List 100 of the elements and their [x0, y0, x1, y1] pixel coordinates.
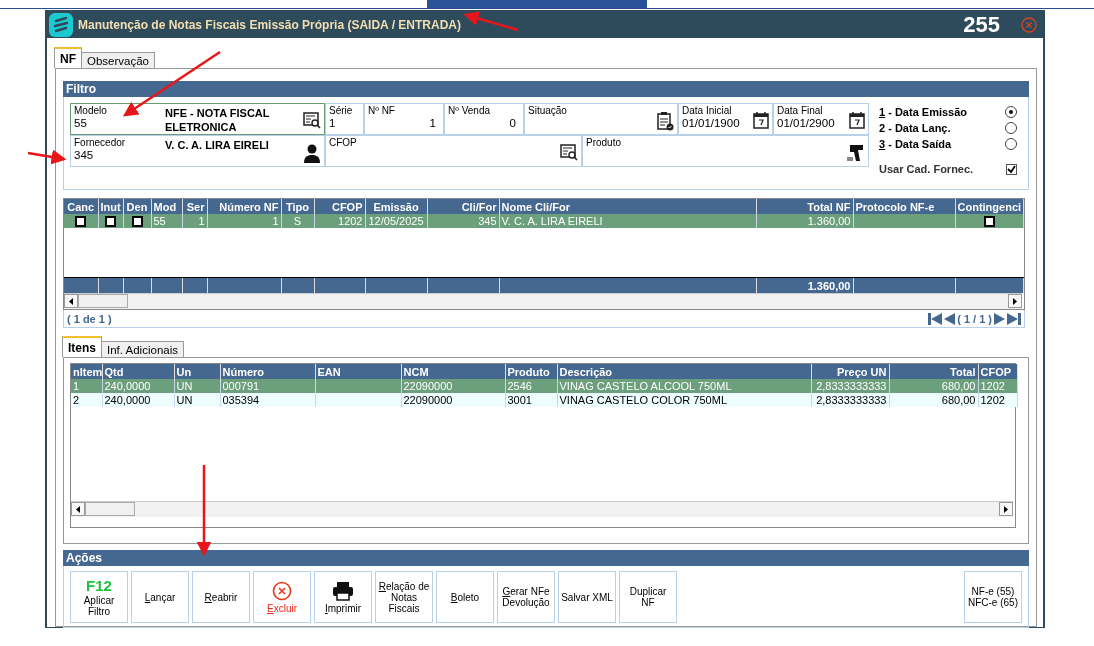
table-cell: 2 [73, 394, 80, 406]
filter-field[interactable]: Situação [524, 103, 678, 135]
table-cell: 1 [73, 380, 80, 392]
column-header: Un [176, 365, 192, 378]
field-value: 1 [429, 117, 437, 129]
first-page-icon[interactable] [928, 312, 943, 325]
right-arrow-icon [1004, 505, 1008, 513]
table-cell: 680,00 [941, 380, 976, 392]
lookup-icon[interactable] [303, 111, 321, 129]
field-label: Produto [586, 137, 622, 148]
field-value: 01/01/2900 [777, 117, 835, 129]
clipboard-icon[interactable] [656, 111, 674, 131]
field-label: Fornecedor [74, 137, 126, 148]
hotkey-icon: F12 [86, 577, 112, 593]
window-number: 255 [963, 11, 1000, 38]
action-button[interactable]: Imprimir [314, 571, 372, 623]
field-label: Modelo [74, 105, 107, 116]
row-checkbox[interactable] [75, 216, 87, 228]
table-cell: 680,00 [941, 394, 976, 406]
column-header: nItem [73, 365, 101, 378]
table-cell: 240,0000 [104, 394, 151, 406]
last-page-icon[interactable] [1007, 312, 1021, 325]
table-cell: 22090000 [403, 380, 453, 392]
action-button[interactable]: Duplicar NF [619, 571, 677, 623]
field-value: 0 [509, 117, 517, 129]
person-icon[interactable] [303, 143, 321, 163]
action-button[interactable]: Boleto [436, 571, 494, 623]
tab[interactable]: NF [54, 47, 82, 68]
table-cell: 1202 [980, 394, 1005, 406]
action-button[interactable]: Salvar XML [558, 571, 616, 623]
column-header: Número NF [219, 200, 279, 213]
table-cell: 345 [478, 215, 497, 227]
field-value: 01/01/1900 [682, 117, 740, 129]
radio-button[interactable] [1005, 138, 1017, 150]
field-value: 1 [329, 117, 336, 129]
action-button[interactable]: Reabrir [192, 571, 250, 623]
action-button[interactable]: NF-e (55) NFC-e (65) [964, 571, 1022, 623]
checkbox[interactable] [1006, 163, 1017, 175]
table-cell: S [293, 215, 302, 227]
column-header: Descrição [559, 365, 613, 378]
column-header: Mod [153, 200, 177, 213]
row-checkbox[interactable] [983, 216, 995, 228]
table-cell: 035394 [222, 394, 260, 406]
action-button[interactable]: Relação de Notas Fiscais [375, 571, 433, 623]
table-cell: 1202 [338, 215, 363, 227]
action-button[interactable]: Excluir [253, 571, 311, 623]
action-button[interactable]: Lançar [131, 571, 189, 623]
field-label: Situação [528, 105, 567, 116]
field-value: 345 [74, 149, 94, 161]
column-header: Ser [186, 200, 205, 213]
filter-field[interactable]: Série 1 [325, 103, 364, 135]
field-description: V. C. A. LIRA EIRELI [165, 138, 270, 152]
calendar-icon[interactable] [849, 111, 865, 129]
column-header: NCM [403, 365, 429, 378]
filter-field[interactable]: Nº NF 1 [364, 103, 444, 135]
page-indicator: ( 1 / 1 ) [957, 312, 992, 325]
calendar-icon[interactable] [753, 111, 769, 129]
radio-button[interactable] [1005, 106, 1017, 118]
scrollbar-thumb[interactable] [85, 502, 135, 516]
radio-label: 2 - Data Lanç. [879, 122, 951, 134]
table-cell: 1 [272, 215, 279, 227]
tab[interactable]: Inf. Adicionais [101, 341, 184, 357]
filter-field[interactable]: CFOP [325, 135, 582, 167]
previous-page-icon[interactable] [944, 312, 956, 325]
scroll-right-button[interactable] [999, 502, 1013, 516]
radio-label: 3 - Data Saída [879, 138, 952, 150]
filter-field[interactable]: Fornecedor 345 V. C. A. LIRA EIRELI [70, 135, 325, 167]
lookup-icon[interactable] [560, 143, 578, 161]
action-button[interactable]: Gerar NFe Devolução [497, 571, 555, 623]
filter-field[interactable]: Modelo 55 NFE - NOTA FISCAL ELETRONICA [70, 103, 325, 135]
next-page-icon[interactable] [994, 312, 1005, 325]
scroll-left-button[interactable] [71, 502, 85, 516]
tab[interactable]: Observação [81, 52, 155, 68]
filter-field[interactable]: Nº Venda 0 [444, 103, 524, 135]
column-header: Total [950, 365, 976, 378]
radio-label: 1 - Data Emissão [879, 106, 968, 118]
scrollbar-thumb[interactable] [78, 294, 128, 308]
scroll-left-button[interactable] [64, 294, 78, 308]
action-button[interactable]: F12 Aplicar Filtro [70, 571, 128, 623]
total-cell: 1.360,00 [807, 279, 851, 292]
row-checkbox[interactable] [131, 216, 143, 228]
field-description: NFE - NOTA FISCAL ELETRONICA [165, 106, 271, 134]
annotation-arrow [463, 11, 519, 32]
filter-field[interactable]: Data Inicial 01/01/1900 [678, 103, 773, 135]
scroll-right-button[interactable] [1008, 294, 1022, 308]
table-cell: 2,8333333333 [816, 394, 887, 406]
barcode-scanner-icon[interactable] [847, 143, 865, 163]
tab[interactable]: Itens [62, 336, 102, 357]
field-label: Série [329, 105, 353, 116]
window-title: Manutenção de Notas Fiscais Emissão Própria (SAIDA / ENTRADA) [78, 17, 461, 32]
checkbox-label: Usar Cad. Fornec. [879, 163, 974, 175]
record-count: ( 1 de 1 ) [67, 312, 112, 325]
row-checkbox[interactable] [105, 216, 116, 228]
filter-field[interactable]: Data Final 01/01/2900 [773, 103, 869, 135]
table-cell: 1202 [980, 380, 1005, 392]
column-header: CFOP [331, 200, 363, 213]
table-cell: 3001 [507, 394, 532, 406]
filter-field[interactable]: Produto [582, 135, 869, 167]
radio-button[interactable] [1005, 122, 1017, 134]
column-header: Tipo [286, 200, 309, 213]
